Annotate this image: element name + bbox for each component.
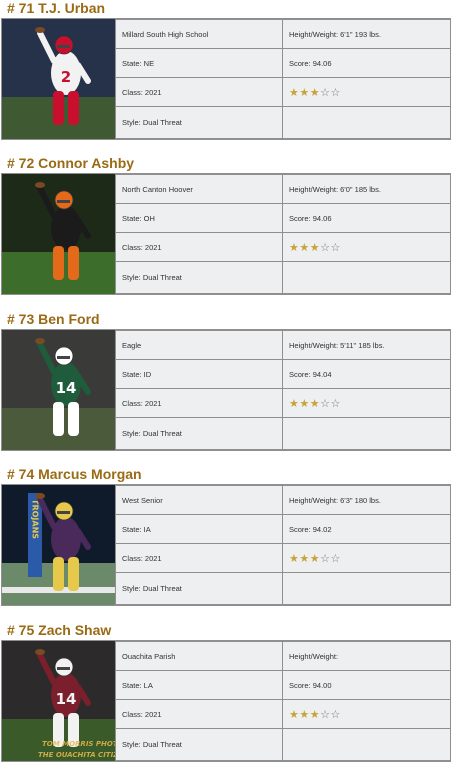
style-cell: Style: Dual Threat	[116, 262, 282, 293]
score-cell: Score: 94.00	[283, 671, 450, 699]
football-icon	[35, 27, 45, 33]
star-filled-icon: ★	[309, 240, 321, 254]
star-filled-icon: ★	[299, 551, 310, 565]
empty-cell	[283, 418, 450, 449]
empty-cell	[283, 573, 450, 604]
player-heading: # 73 Ben Ford	[7, 311, 100, 327]
school-cell: North Canton Hoover	[116, 175, 282, 203]
player-photo: TROJANS	[2, 485, 115, 605]
star-rating: ★ ★ ★ ☆ ☆	[283, 544, 450, 572]
star-empty-icon: ☆	[320, 240, 331, 254]
player-card: North Canton Hoover Height/Weight: 6'0" …	[1, 173, 451, 295]
player-heading: # 74 Marcus Morgan	[7, 466, 142, 482]
star-filled-icon: ★	[289, 85, 300, 99]
player-heading: # 72 Connor Ashby	[7, 155, 135, 171]
star-filled-icon: ★	[299, 707, 310, 721]
jersey-number: 14	[56, 690, 77, 708]
player-heading: # 75 Zach Shaw	[7, 622, 112, 638]
class-cell: Class: 2021	[116, 233, 282, 261]
jersey-number: 14	[56, 379, 77, 397]
banner: TROJANS	[28, 493, 42, 577]
star-filled-icon: ★	[309, 707, 321, 721]
state-cell: State: NE	[116, 49, 282, 77]
star-empty-icon: ☆	[320, 396, 331, 410]
star-filled-icon: ★	[309, 396, 321, 410]
style-cell: Style: Dual Threat	[116, 107, 282, 138]
star-filled-icon: ★	[289, 396, 300, 410]
height-weight-cell: Height/Weight: 5'11" 185 lbs.	[283, 331, 450, 359]
player-card: 2 Millard South High School Height/Weigh…	[1, 18, 451, 140]
player-card: 14 Eagle Height/Weight: 5'11" 185 lbs. S…	[1, 329, 451, 451]
football-icon	[35, 338, 45, 344]
star-rating: ★ ★ ★ ☆ ☆	[283, 233, 450, 261]
score-cell: Score: 94.06	[283, 49, 450, 77]
style-cell: Style: Dual Threat	[116, 418, 282, 449]
school-cell: Millard South High School	[116, 20, 282, 48]
star-empty-icon: ☆	[330, 240, 341, 254]
star-rating: ★ ★ ★ ☆ ☆	[283, 78, 450, 106]
school-cell: West Senior	[116, 486, 282, 514]
player-photo: 14	[2, 330, 115, 450]
state-cell: State: LA	[116, 671, 282, 699]
jersey-number: 2	[61, 68, 71, 86]
star-rating: ★ ★ ★ ☆ ☆	[283, 389, 450, 417]
school-cell: Eagle	[116, 331, 282, 359]
empty-cell	[283, 729, 450, 760]
score-cell: Score: 94.02	[283, 515, 450, 543]
football-icon	[35, 493, 45, 499]
star-empty-icon: ☆	[330, 396, 341, 410]
player-photo	[2, 174, 115, 294]
football-icon	[35, 182, 45, 188]
player-photo: 14 TOM MORRIS PHOTO THE OUACHITA CITIZEN	[2, 641, 115, 761]
state-cell: State: OH	[116, 204, 282, 232]
style-cell: Style: Dual Threat	[116, 729, 282, 760]
star-filled-icon: ★	[289, 551, 300, 565]
star-filled-icon: ★	[299, 240, 310, 254]
style-cell: Style: Dual Threat	[116, 573, 282, 604]
empty-cell	[283, 107, 450, 138]
banner-text: TROJANS	[31, 499, 40, 539]
star-empty-icon: ☆	[330, 551, 341, 565]
football-icon	[35, 649, 45, 655]
star-rating: ★ ★ ★ ☆ ☆	[283, 700, 450, 728]
photo-watermark: TOM MORRIS PHOTO	[42, 740, 115, 748]
star-filled-icon: ★	[289, 240, 300, 254]
star-empty-icon: ☆	[320, 85, 331, 99]
class-cell: Class: 2021	[116, 544, 282, 572]
height-weight-cell: Height/Weight: 6'0" 185 lbs.	[283, 175, 450, 203]
state-cell: State: ID	[116, 360, 282, 388]
score-cell: Score: 94.06	[283, 204, 450, 232]
score-cell: Score: 94.04	[283, 360, 450, 388]
height-weight-cell: Height/Weight:	[283, 642, 450, 670]
star-filled-icon: ★	[309, 551, 321, 565]
photo-watermark: THE OUACHITA CITIZEN	[38, 751, 115, 759]
player-heading: # 71 T.J. Urban	[7, 0, 106, 16]
star-filled-icon: ★	[299, 396, 310, 410]
height-weight-cell: Height/Weight: 6'3" 180 lbs.	[283, 486, 450, 514]
player-list: # 71 T.J. Urban 2 Millard South High Sch…	[0, 0, 457, 772]
height-weight-cell: Height/Weight: 6'1" 193 lbs.	[283, 20, 450, 48]
state-cell: State: IA	[116, 515, 282, 543]
school-cell: Ouachita Parish	[116, 642, 282, 670]
player-card: TROJANS West Senior Height/Weight: 6'3" …	[1, 484, 451, 606]
class-cell: Class: 2021	[116, 78, 282, 106]
empty-cell	[283, 262, 450, 293]
player-card: 14 TOM MORRIS PHOTO THE OUACHITA CITIZEN O…	[1, 640, 451, 762]
star-empty-icon: ☆	[330, 707, 341, 721]
star-filled-icon: ★	[299, 85, 310, 99]
class-cell: Class: 2021	[116, 700, 282, 728]
player-photo: 2	[2, 19, 115, 139]
star-empty-icon: ☆	[330, 85, 341, 99]
star-filled-icon: ★	[289, 707, 300, 721]
star-filled-icon: ★	[309, 85, 321, 99]
star-empty-icon: ☆	[320, 707, 331, 721]
star-empty-icon: ☆	[320, 551, 331, 565]
class-cell: Class: 2021	[116, 389, 282, 417]
